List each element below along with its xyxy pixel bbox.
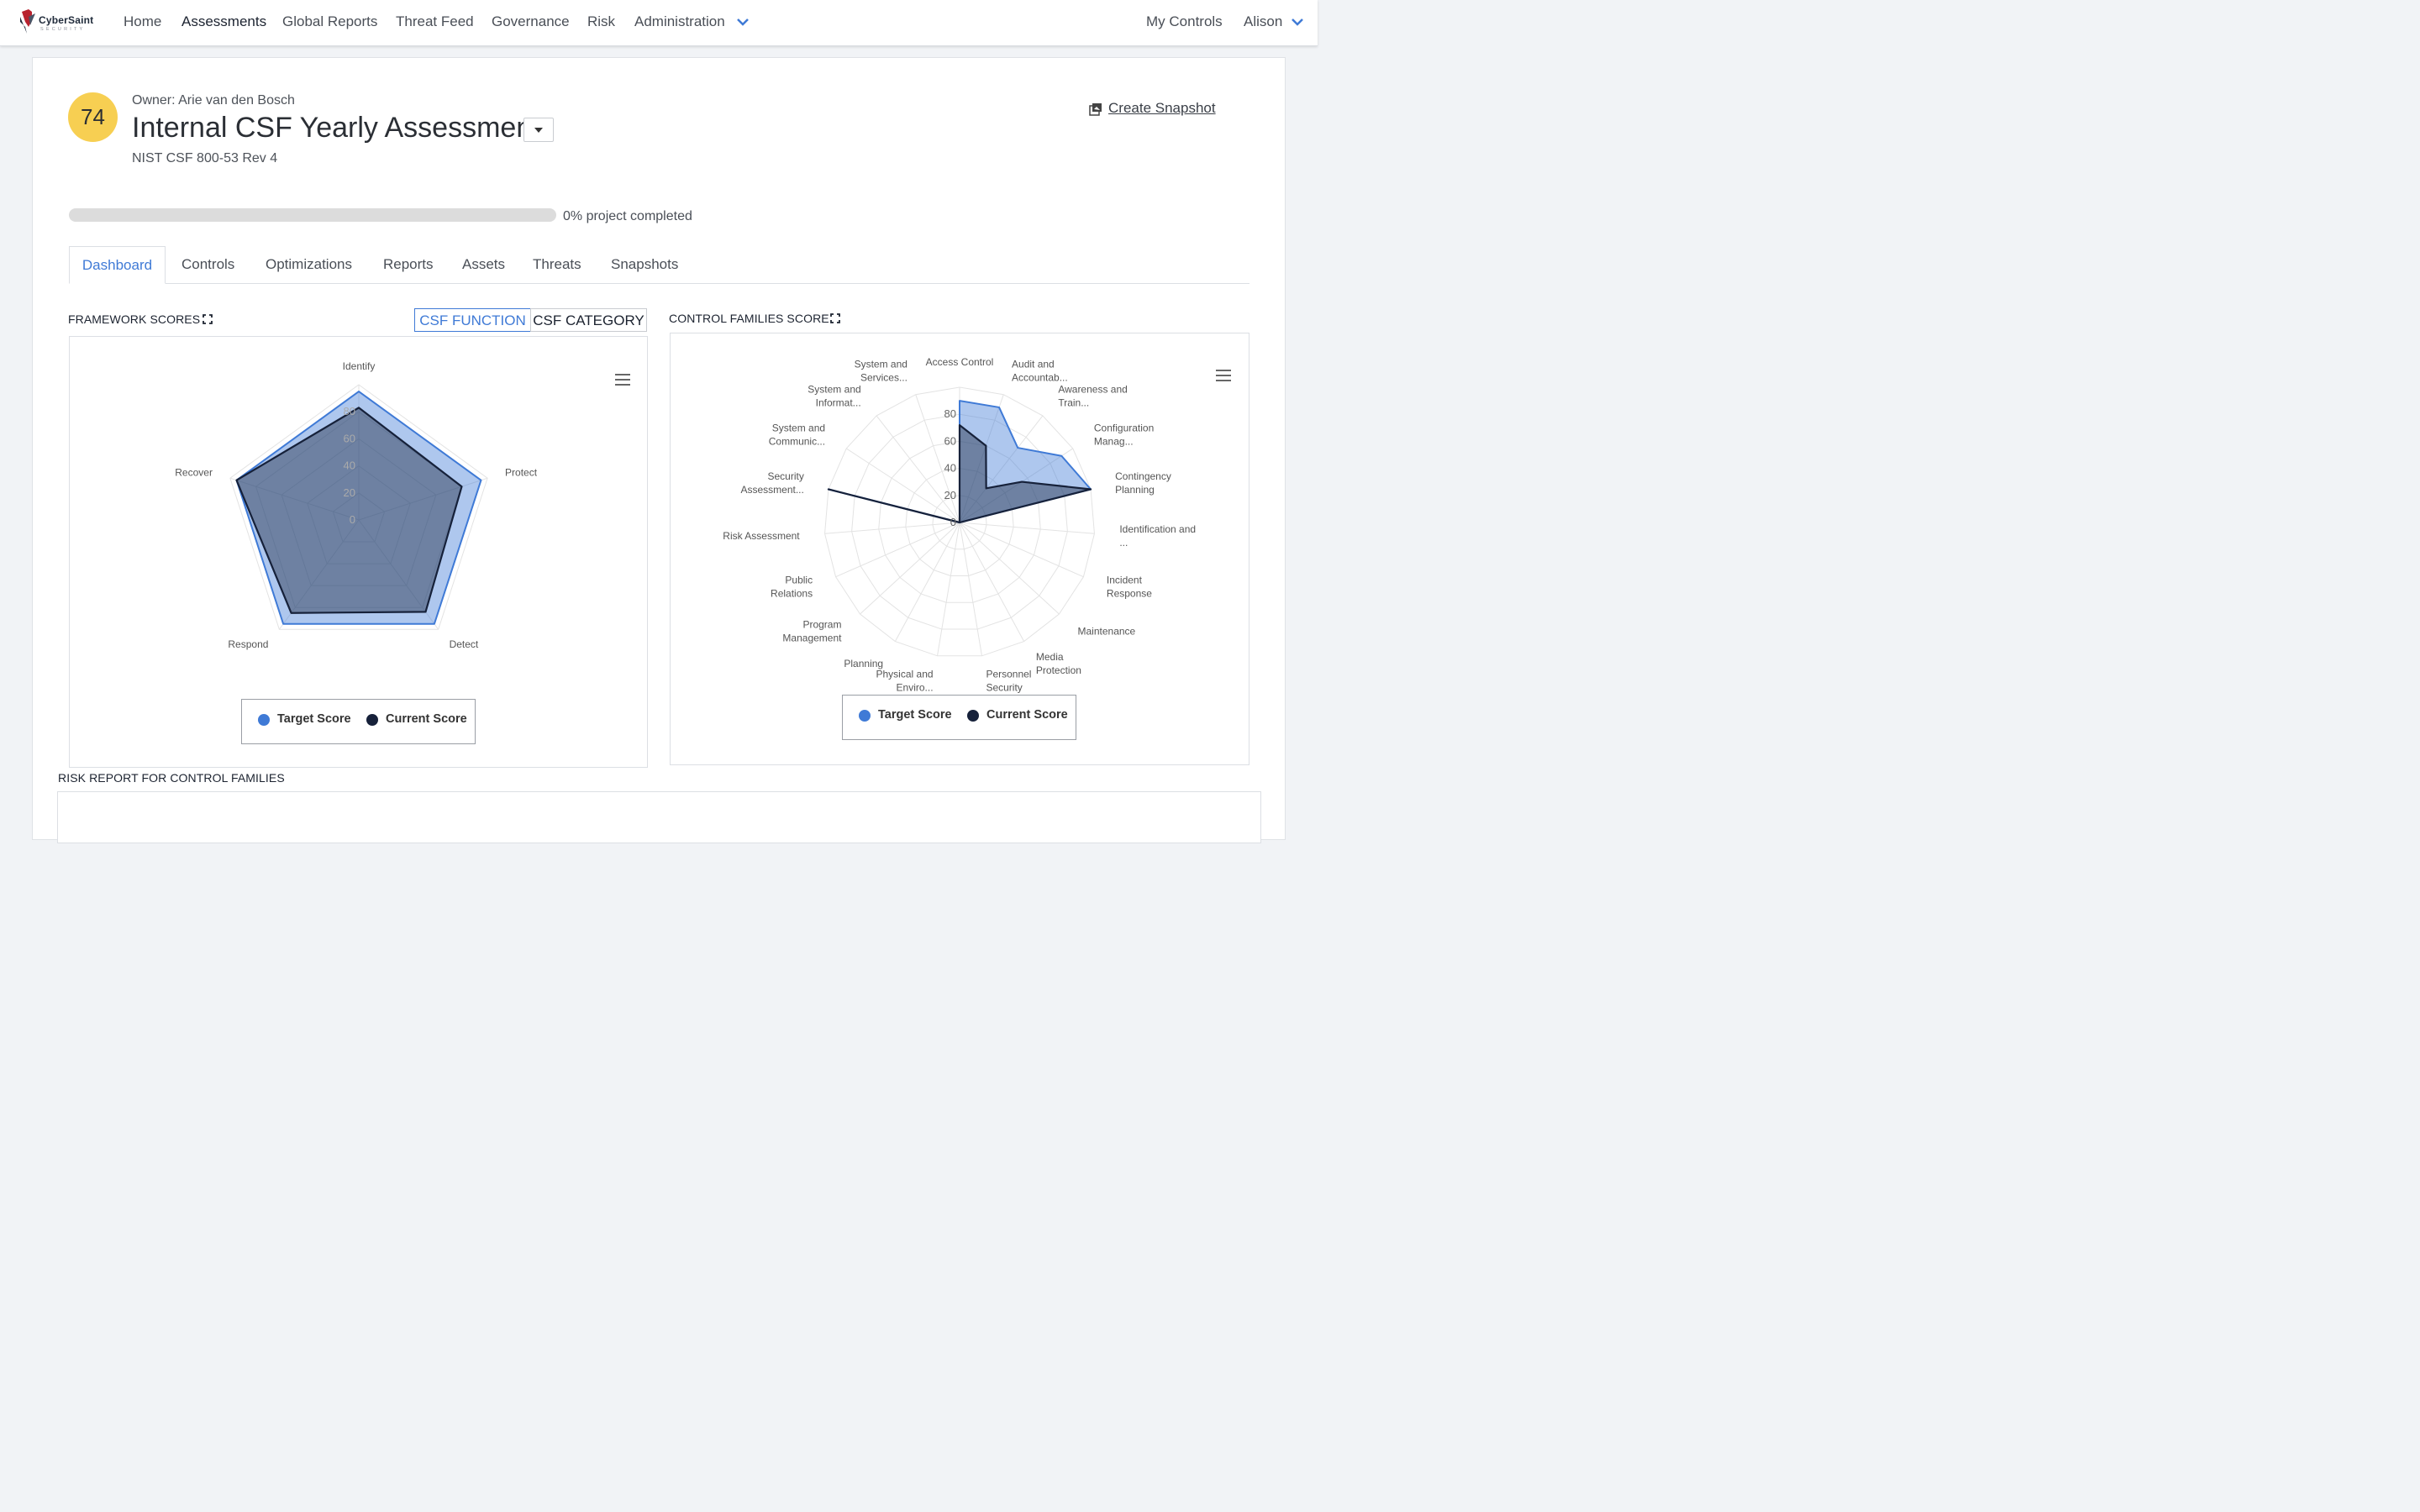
category-label: Physical and Enviro... <box>876 668 934 693</box>
nav-governance[interactable]: Governance <box>492 13 570 30</box>
csf-function-toggle[interactable]: CSF FUNCTION <box>414 308 531 332</box>
nav-global-reports[interactable]: Global Reports <box>282 13 377 30</box>
tabs-divider <box>69 283 1249 284</box>
owner-label: Owner: Arie van den Bosch <box>132 93 295 108</box>
category-label: Respond <box>228 638 268 650</box>
control-families-legend: Target Score Current Score <box>842 695 1076 740</box>
category-label: Recover <box>175 466 213 478</box>
radial-tick-label: 0 <box>350 513 355 526</box>
radar-spoke <box>835 522 960 578</box>
radial-tick-label: 40 <box>944 462 956 475</box>
user-chevron-down-icon[interactable] <box>1291 17 1304 27</box>
tab-controls[interactable]: Controls <box>182 256 234 273</box>
shield-logo-icon <box>20 9 35 34</box>
category-label: Contingency Planning <box>1115 470 1171 496</box>
framework-scores-title: FRAMEWORK SCORES <box>68 312 201 326</box>
legend-target-score[interactable]: Target Score <box>277 712 351 726</box>
current-score-legend-icon <box>967 710 979 722</box>
category-label: Detect <box>450 638 479 650</box>
framework-scores-panel: 0 20 40 60 80 Identify Protect Detect Respond Rec… <box>69 336 648 768</box>
radar-spoke <box>959 522 1060 615</box>
top-nav: CyberSaint SECURITY Home Assessments Glo… <box>0 0 1318 46</box>
radial-tick-label: 40 <box>344 459 355 472</box>
radial-tick-label: 80 <box>344 405 355 417</box>
framework-label: NIST CSF 800-53 Rev 4 <box>132 151 278 165</box>
chart-menu-icon[interactable] <box>1216 370 1231 381</box>
image-gallery-icon <box>1089 103 1102 116</box>
brand-subtitle: SECURITY <box>40 27 86 32</box>
nav-assessments[interactable]: Assessments <box>182 13 266 30</box>
tab-optimizations[interactable]: Optimizations <box>266 256 352 273</box>
risk-report-panel <box>57 791 1261 843</box>
current-score-legend-icon <box>366 714 378 726</box>
nav-home[interactable]: Home <box>124 13 161 30</box>
category-label: Identify <box>343 360 376 372</box>
category-label: Media Protection <box>1036 651 1081 676</box>
progress-label: 0% project completed <box>563 209 692 223</box>
assessment-dropdown-button[interactable] <box>523 118 554 142</box>
category-label: System and Communic... <box>769 423 825 448</box>
radial-tick-label: 20 <box>344 486 355 499</box>
radial-tick-label: 20 <box>944 489 956 501</box>
nav-my-controls[interactable]: My Controls <box>1146 13 1223 30</box>
radar-spoke <box>845 448 960 523</box>
risk-report-title: RISK REPORT FOR CONTROL FAMILIES <box>58 771 285 785</box>
control-families-panel: 0 20 40 60 80 Access Control Audit and Accounta… <box>670 333 1249 765</box>
category-label: Maintenance <box>1078 625 1136 637</box>
score-badge: 74 <box>68 92 118 142</box>
nav-administration[interactable]: Administration <box>634 13 725 30</box>
radial-tick-label: 60 <box>944 434 956 447</box>
expand-icon[interactable] <box>830 313 840 323</box>
chevron-down-icon[interactable] <box>736 17 750 27</box>
legend-target-score[interactable]: Target Score <box>878 708 952 722</box>
radar-spoke <box>959 522 1084 578</box>
category-label: Audit and Accountab... <box>1012 358 1068 383</box>
target-score-legend-icon <box>859 710 871 722</box>
tab-assets[interactable]: Assets <box>462 256 505 273</box>
category-label: Planning <box>844 658 883 669</box>
category-label: Risk Assessment <box>723 530 800 542</box>
category-label: Awareness and Train... <box>1058 383 1128 408</box>
tab-snapshots[interactable]: Snapshots <box>611 256 678 273</box>
category-label: Personnel Security <box>986 668 1031 693</box>
chart-menu-icon[interactable] <box>615 374 630 386</box>
legend-current-score[interactable]: Current Score <box>386 712 467 726</box>
radar-spoke <box>860 522 960 615</box>
create-snapshot-label: Create Snapshot <box>1108 100 1216 116</box>
legend-current-score[interactable]: Current Score <box>986 708 1068 722</box>
csf-category-toggle[interactable]: CSF CATEGORY <box>530 308 647 332</box>
category-label: Program Management <box>782 618 842 643</box>
category-label: Protect <box>505 466 538 478</box>
target-score-legend-icon <box>258 714 270 726</box>
nav-threat-feed[interactable]: Threat Feed <box>396 13 474 30</box>
tab-threats[interactable]: Threats <box>533 256 581 273</box>
page-title: Internal CSF Yearly Assessment <box>132 112 540 144</box>
category-label: Incident Response <box>1107 575 1152 600</box>
category-label: Configuration Manag... <box>1094 423 1154 448</box>
nav-risk[interactable]: Risk <box>587 13 615 30</box>
brand-name: CyberSaint <box>39 14 94 26</box>
cybersaint-logo[interactable]: CyberSaint SECURITY <box>18 8 103 37</box>
category-label: Public Relations <box>771 575 813 600</box>
radar-spoke <box>824 522 960 534</box>
tab-reports[interactable]: Reports <box>383 256 434 273</box>
radial-tick-label: 80 <box>944 407 956 420</box>
category-label: System and Informat... <box>808 383 860 408</box>
framework-legend: Target Score Current Score <box>241 699 476 744</box>
category-label: Access Control <box>926 356 994 368</box>
progress-bar <box>69 208 556 222</box>
radar-spoke <box>959 522 1095 534</box>
radial-tick-label: 60 <box>344 432 355 444</box>
category-label: Security Assessment... <box>740 470 803 496</box>
category-label: System and Services... <box>855 358 908 383</box>
expand-icon[interactable] <box>203 314 213 324</box>
radial-tick-label: 0 <box>950 516 956 528</box>
tab-dashboard[interactable]: Dashboard <box>69 246 166 284</box>
control-families-title: CONTROL FAMILIES SCORE <box>669 312 829 325</box>
category-label: Identification and... <box>1119 523 1196 549</box>
user-menu[interactable]: Alison <box>1244 13 1282 30</box>
